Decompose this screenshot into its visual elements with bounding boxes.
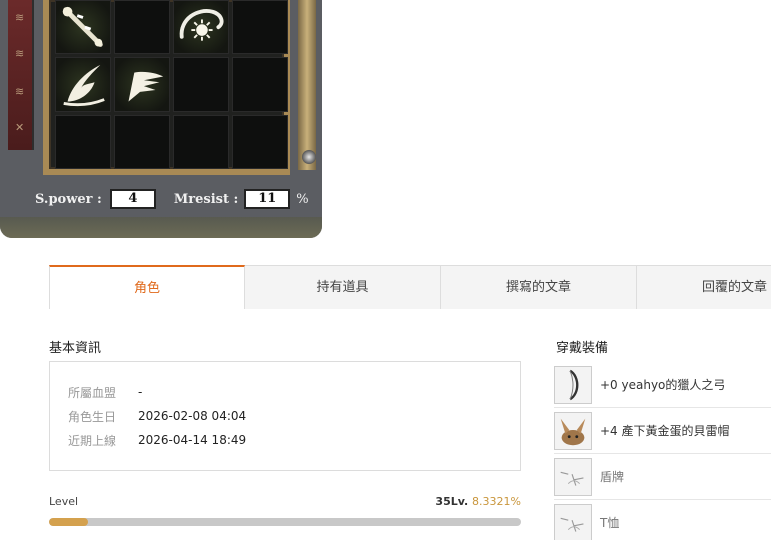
stats-row: S.power : 4 Mresist : 11 % [0,181,322,217]
level-value: 35Lv. 8.3321% [435,495,521,508]
info-key: 近期上線 [68,433,117,448]
inventory-scrollbar[interactable] [298,0,316,170]
side-glyph-icon: ≋ [15,47,25,60]
inventory-slot[interactable] [114,0,170,55]
profile-tabs: 角色 持有道具 撰寫的文章 回覆的文章 [49,265,771,309]
basic-info-title: 基本資訊 [49,341,102,356]
inventory-slot[interactable] [173,114,229,169]
equipment-item[interactable]: +0 yeahyo的獵人之弓 [554,362,771,408]
equipment-name: +4 產下黃金蛋的貝雷帽 [600,424,730,438]
inventory-slot[interactable] [114,57,170,112]
info-value: 2026-04-14 18:49 [138,433,247,447]
inventory-panel: ≋ ≋ ≋ ✕ S.power: 4 Mresist: 11 % [0,0,322,238]
inventory-slot[interactable] [55,114,111,169]
bow-icon [569,369,579,400]
equipment-item[interactable]: +4 產下黃金蛋的貝雷帽 [554,408,771,454]
side-glyph-icon: ✕ [15,121,25,134]
side-glyph-icon: ≋ [15,85,25,98]
info-value: 2026-02-08 04:04 [138,409,247,423]
mresist-value: 11 [244,189,291,209]
equipment-title: 穿戴裝備 [556,341,609,356]
info-row-clan: 所屬血盟 - [68,380,520,404]
scroll-knob-icon[interactable] [302,150,316,164]
mresist-unit: % [296,191,309,207]
empty-slot-icon [560,517,584,532]
inventory-slot[interactable] [173,57,229,112]
equipment-name: +0 yeahyo的獵人之弓 [600,378,726,392]
equipment-item[interactable]: T恤 [554,500,771,540]
sun-charm-icon [179,9,224,41]
info-value: - [138,385,143,399]
wing-icon [128,72,164,102]
equipment-name: T恤 [600,516,620,530]
level-percent: 8.3321% [472,495,521,508]
info-row-birthday: 角色生日 2026-02-08 04:04 [68,404,520,428]
inventory-slot[interactable] [55,0,111,55]
inventory-slot[interactable] [173,0,229,55]
inventory-slot[interactable] [114,114,170,169]
equipment-item[interactable]: 盾牌 [554,454,771,500]
rabbit-hat-icon [560,418,586,445]
mresist-label: Mresist : [173,191,239,207]
tab-character[interactable]: 角色 [49,265,245,309]
level-label: Level [49,495,79,508]
tab-owned-items[interactable]: 持有道具 [245,266,441,309]
tab-written-posts[interactable]: 撰寫的文章 [441,266,637,309]
inventory-slot[interactable] [232,57,288,112]
equipment-name: 盾牌 [600,470,625,484]
info-key: 角色生日 [68,409,117,424]
equipment-list: +0 yeahyo的獵人之弓 +4 產下黃金蛋的貝雷帽 盾牌 T恤 [554,362,771,540]
level-progress-bar [49,518,521,526]
info-row-last-online: 近期上線 2026-04-14 18:49 [68,428,520,452]
spower-value: 4 [109,189,156,209]
level-progress-fill [49,518,89,526]
spower-label: S.power : [35,191,102,207]
side-glyph-icon: ≋ [15,11,25,24]
inventory-grid-frame [43,0,290,175]
inventory-slot[interactable] [232,0,288,55]
tab-replied-posts[interactable]: 回覆的文章 [637,266,771,309]
empty-slot-icon [560,471,584,486]
info-key: 所屬血盟 [68,385,117,400]
feather-icon [63,65,105,107]
basic-info-box: 所屬血盟 - 角色生日 2026-02-08 04:04 近期上線 2026-0… [49,361,521,471]
wand-icon [62,6,103,47]
inventory-slot[interactable] [55,57,111,112]
panel-footer [0,217,322,238]
level-number: 35Lv. [435,495,469,508]
side-tab-strip: ≋ ≋ ≋ ✕ [8,0,34,150]
inventory-slot[interactable] [232,114,288,169]
inventory-grid [55,0,288,169]
